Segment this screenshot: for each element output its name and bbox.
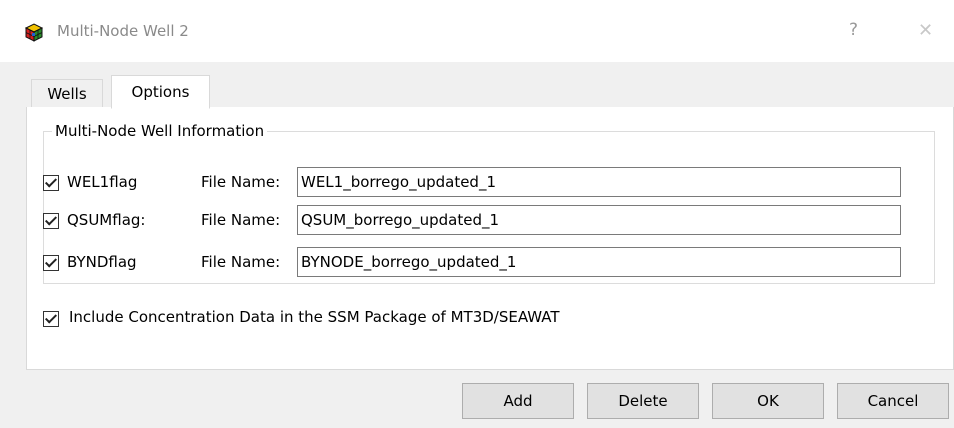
qsumflag-label[interactable]: QSUMflag: bbox=[67, 211, 145, 229]
window-title: Multi-Node Well 2 bbox=[57, 22, 189, 40]
cancel-button[interactable]: Cancel bbox=[837, 383, 949, 419]
options-panel: Multi-Node Well Information WEL1flag Fil… bbox=[26, 107, 954, 370]
bynd-file-name-input[interactable]: BYNODE_borrego_updated_1 bbox=[297, 247, 901, 277]
include-concentration-checkbox[interactable] bbox=[43, 311, 59, 327]
byndflag-checkbox[interactable] bbox=[43, 255, 59, 271]
file-name-label: File Name: bbox=[201, 211, 281, 229]
group-legend: Multi-Node Well Information bbox=[55, 122, 265, 140]
app-cube-icon bbox=[24, 22, 44, 42]
wel1flag-label[interactable]: WEL1flag bbox=[67, 173, 137, 191]
delete-button[interactable]: Delete bbox=[587, 383, 699, 419]
tab-options[interactable]: Options bbox=[111, 75, 210, 109]
byndflag-label[interactable]: BYNDflag bbox=[67, 253, 137, 271]
tab-wells[interactable]: Wells bbox=[31, 79, 103, 108]
include-concentration-row: Include Concentration Data in the SSM Pa… bbox=[43, 305, 923, 329]
file-name-label: File Name: bbox=[201, 253, 281, 271]
add-button[interactable]: Add bbox=[462, 383, 574, 419]
title-bar: Multi-Node Well 2 ? ✕ bbox=[0, 0, 954, 62]
file-name-label: File Name: bbox=[201, 173, 281, 191]
close-button[interactable]: ✕ bbox=[918, 20, 933, 41]
ok-button[interactable]: OK bbox=[712, 383, 824, 419]
include-concentration-label[interactable]: Include Concentration Data in the SSM Pa… bbox=[69, 308, 560, 326]
wel1flag-row: WEL1flag File Name: WEL1_borrego_updated… bbox=[43, 167, 935, 199]
wel1flag-checkbox[interactable] bbox=[43, 175, 59, 191]
help-button[interactable]: ? bbox=[849, 20, 858, 40]
byndflag-row: BYNDflag File Name: BYNODE_borrego_updat… bbox=[43, 247, 935, 279]
qsum-file-name-input[interactable]: QSUM_borrego_updated_1 bbox=[297, 205, 901, 235]
wel1-file-name-input[interactable]: WEL1_borrego_updated_1 bbox=[297, 167, 901, 197]
qsumflag-checkbox[interactable] bbox=[43, 213, 59, 229]
qsumflag-row: QSUMflag: File Name: QSUM_borrego_update… bbox=[43, 205, 935, 237]
